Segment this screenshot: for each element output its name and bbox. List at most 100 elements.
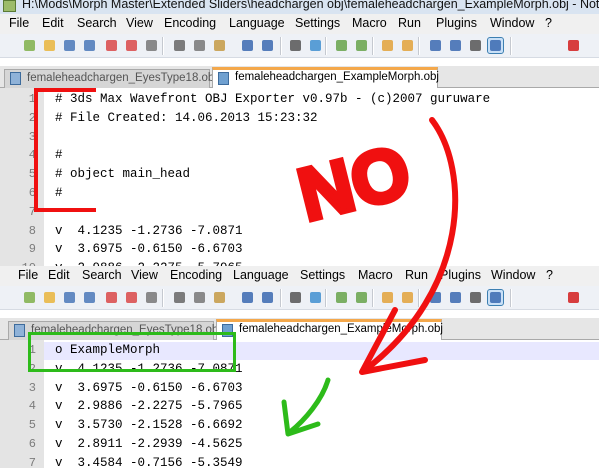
code-line: v 2.8911 -2.2939 -4.5625: [55, 437, 243, 451]
close-all-glyph: [126, 292, 137, 303]
menu-encoding[interactable]: Encoding: [170, 268, 222, 282]
copy-icon[interactable]: [192, 38, 207, 53]
show-all-characters-glyph: [450, 40, 461, 51]
menu-edit[interactable]: Edit: [42, 16, 64, 30]
menu-language[interactable]: Language: [229, 16, 285, 30]
close-all-icon[interactable]: [124, 290, 139, 305]
menu-edit[interactable]: Edit: [48, 268, 70, 282]
copy-glyph: [194, 40, 205, 51]
new-file-icon[interactable]: [22, 38, 37, 53]
zoom-out-glyph: [356, 292, 367, 303]
copy-icon[interactable]: [192, 290, 207, 305]
menu-view[interactable]: View: [131, 268, 158, 282]
close-icon[interactable]: [104, 38, 119, 53]
menu-encoding[interactable]: Encoding: [164, 16, 216, 30]
save-icon[interactable]: [62, 38, 77, 53]
word-wrap-icon[interactable]: [428, 290, 443, 305]
menu-file[interactable]: File: [9, 16, 29, 30]
file-icon: [218, 72, 229, 85]
replace-glyph: [310, 40, 321, 51]
menu-window[interactable]: Window: [491, 268, 535, 282]
cut-icon[interactable]: [172, 290, 187, 305]
replace-icon[interactable]: [308, 290, 323, 305]
line-number: 4: [28, 399, 36, 414]
replace-icon[interactable]: [308, 38, 323, 53]
show-all-characters-icon[interactable]: [448, 290, 463, 305]
word-wrap-glyph: [430, 292, 441, 303]
paste-icon[interactable]: [212, 38, 227, 53]
zoom-in-icon[interactable]: [334, 290, 349, 305]
menu-file[interactable]: File: [18, 268, 38, 282]
menu-plugins[interactable]: Plugins: [436, 16, 477, 30]
close-icon[interactable]: [104, 290, 119, 305]
menu-search[interactable]: Search: [82, 268, 122, 282]
find-icon[interactable]: [288, 38, 303, 53]
menu-help[interactable]: ?: [545, 16, 552, 30]
line-number: 9: [28, 242, 36, 257]
paste-icon[interactable]: [212, 290, 227, 305]
paste-glyph: [214, 292, 225, 303]
print-icon[interactable]: [144, 38, 159, 53]
menu-macro[interactable]: Macro: [358, 268, 393, 282]
zoom-out-icon[interactable]: [354, 38, 369, 53]
indent-guide-icon[interactable]: [468, 290, 483, 305]
menu-settings[interactable]: Settings: [295, 16, 340, 30]
record-macro-icon[interactable]: [566, 38, 581, 53]
record-macro-icon[interactable]: [566, 290, 581, 305]
show-all-characters-icon[interactable]: [448, 38, 463, 53]
menu-bar-bottom: File Edit Search View Encoding Language …: [0, 266, 599, 286]
save-all-icon[interactable]: [82, 38, 97, 53]
save-icon[interactable]: [62, 290, 77, 305]
menu-help[interactable]: ?: [546, 268, 553, 282]
find-icon[interactable]: [288, 290, 303, 305]
menu-search[interactable]: Search: [77, 16, 117, 30]
sync-vertical-icon[interactable]: [380, 290, 395, 305]
menu-run[interactable]: Run: [398, 16, 421, 30]
new-file-glyph: [24, 40, 35, 51]
red-highlight-box: [34, 88, 96, 212]
toolbar-separator: [162, 37, 164, 55]
menu-plugins[interactable]: Plugins: [440, 268, 481, 282]
tab-label: femaleheadchargen_ExampleMorph.obj: [235, 71, 439, 83]
sync-vertical-glyph: [382, 40, 393, 51]
document-map-icon[interactable]: [487, 37, 504, 54]
zoom-out-icon[interactable]: [354, 290, 369, 305]
open-file-icon[interactable]: [42, 290, 57, 305]
notepad-plus-plus-icon: [3, 0, 16, 12]
open-file-icon[interactable]: [42, 38, 57, 53]
new-file-icon[interactable]: [22, 290, 37, 305]
toolbar: [0, 34, 599, 58]
menu-settings[interactable]: Settings: [300, 268, 345, 282]
menu-language[interactable]: Language: [233, 268, 289, 282]
close-all-icon[interactable]: [124, 38, 139, 53]
show-all-characters-glyph: [450, 292, 461, 303]
sync-vertical-icon[interactable]: [380, 38, 395, 53]
cut-icon[interactable]: [172, 38, 187, 53]
code-line: v 3.6975 -0.6150 -6.6703: [55, 242, 243, 257]
menu-run[interactable]: Run: [405, 268, 428, 282]
redo-icon[interactable]: [260, 290, 275, 305]
undo-icon[interactable]: [240, 290, 255, 305]
sync-horizontal-icon[interactable]: [400, 38, 415, 53]
tab-examplemorph[interactable]: femaleheadchargen_ExampleMorph.obj: [216, 319, 443, 340]
tab-eyestype18[interactable]: femaleheadchargen_EyesType18.obj: [4, 69, 217, 88]
code-line: v 3.5730 -2.1528 -6.6692: [55, 418, 243, 433]
indent-guide-icon[interactable]: [468, 38, 483, 53]
tab-examplemorph[interactable]: femaleheadchargen_ExampleMorph.obj: [212, 67, 439, 88]
undo-glyph: [242, 40, 253, 51]
print-icon[interactable]: [144, 290, 159, 305]
zoom-out-glyph: [356, 40, 367, 51]
save-all-icon[interactable]: [82, 290, 97, 305]
zoom-in-icon[interactable]: [334, 38, 349, 53]
word-wrap-icon[interactable]: [428, 38, 443, 53]
redo-icon[interactable]: [260, 38, 275, 53]
save-glyph: [64, 40, 75, 51]
toolbar-separator: [325, 37, 327, 55]
sync-horizontal-icon[interactable]: [400, 290, 415, 305]
document-map-icon[interactable]: [487, 289, 504, 306]
menu-window[interactable]: Window: [490, 16, 534, 30]
menu-view[interactable]: View: [126, 16, 153, 30]
undo-icon[interactable]: [240, 38, 255, 53]
menu-macro[interactable]: Macro: [352, 16, 387, 30]
zoom-in-glyph: [336, 292, 347, 303]
